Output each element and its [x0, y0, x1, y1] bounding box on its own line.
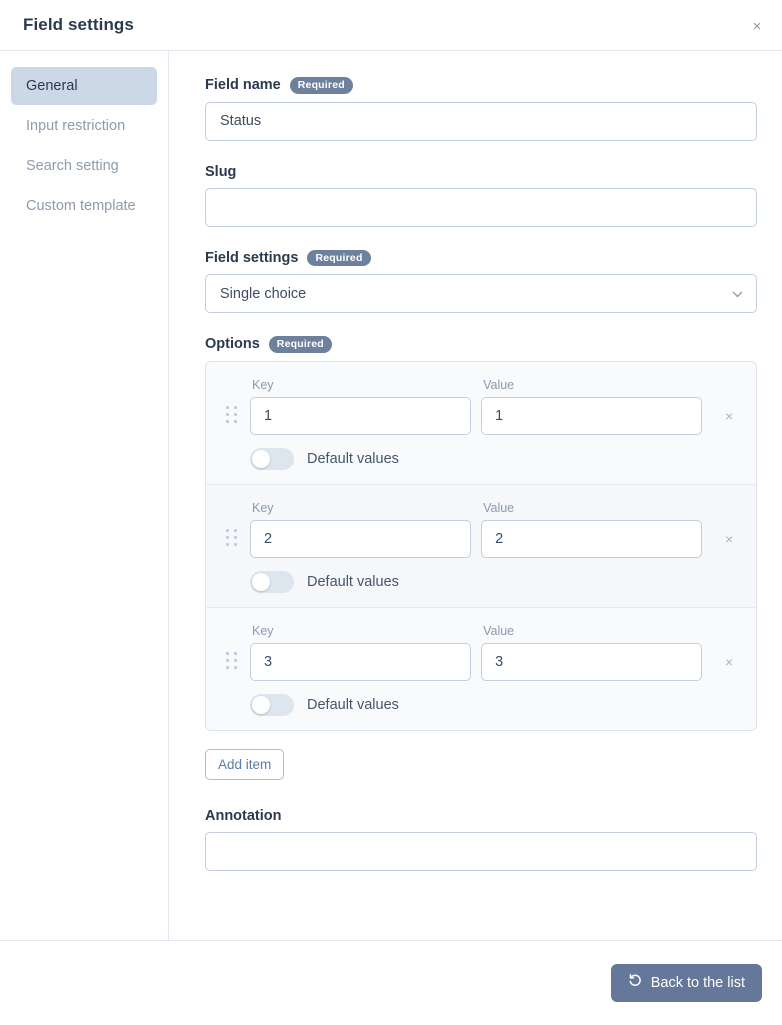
option-key-column: Key 2	[250, 500, 472, 558]
page-title: Field settings	[23, 15, 134, 34]
option-value-column: Value 3	[481, 623, 703, 681]
sidebar: General Input restriction Search setting…	[0, 51, 169, 940]
option-row: Key 2 Value 2 × Default values	[206, 484, 756, 608]
drag-handle-icon[interactable]	[224, 528, 240, 548]
settings-form: Field name Required Status Slug Field se…	[169, 51, 782, 940]
option-key-input[interactable]: 1	[250, 396, 472, 435]
back-to-list-button[interactable]: Back to the list	[610, 963, 762, 1002]
sidebar-item-general[interactable]: General	[11, 67, 157, 105]
option-key-input[interactable]: 2	[250, 519, 472, 558]
field-settings-modal: Field settings × General Input restricti…	[0, 0, 782, 1025]
close-icon[interactable]: ×	[744, 13, 770, 39]
option-row-main: Key 1 Value 1 ×	[206, 378, 756, 435]
field-name-label: Field name	[205, 77, 281, 94]
annotation-input[interactable]	[205, 831, 757, 871]
option-key-input[interactable]: 3	[250, 642, 472, 681]
option-key-column: Key 3	[250, 623, 472, 681]
option-value-label: Value	[483, 377, 515, 392]
chevron-down-icon	[731, 287, 744, 300]
option-value-label: Value	[483, 623, 515, 638]
option-row-main: Key 3 Value 3 ×	[206, 624, 756, 681]
add-item-button[interactable]: Add item	[205, 748, 285, 780]
default-values-toggle[interactable]	[250, 693, 294, 716]
option-key-column: Key 1	[250, 377, 472, 435]
option-row-main: Key 2 Value 2 ×	[206, 501, 756, 558]
options-block: Options Required Key 1 Value 1 × Default…	[205, 336, 757, 808]
option-value-input[interactable]: 3	[481, 642, 703, 681]
field-name-input[interactable]: Status	[205, 101, 757, 141]
default-values-label: Default values	[307, 696, 399, 713]
sidebar-item-label: Search setting	[26, 158, 119, 174]
default-values-toggle[interactable]	[250, 570, 294, 593]
option-value-label: Value	[483, 500, 515, 515]
slug-input[interactable]	[205, 187, 757, 227]
slug-label: Slug	[205, 163, 237, 180]
field-type-selected-value: Single choice	[220, 285, 307, 302]
options-label-row: Options Required	[205, 336, 757, 353]
drag-handle-icon[interactable]	[224, 651, 240, 671]
field-settings-block: Field settings Required Single choice	[205, 249, 757, 313]
remove-option-icon[interactable]: ×	[716, 403, 742, 429]
option-row: Key 3 Value 3 × Default values	[206, 608, 756, 730]
annotation-label-row: Annotation	[205, 808, 757, 824]
remove-option-icon[interactable]: ×	[716, 649, 742, 675]
drag-handle-icon[interactable]	[224, 405, 240, 425]
sidebar-item-search-setting[interactable]: Search setting	[11, 147, 157, 185]
sidebar-item-custom-template[interactable]: Custom template	[11, 187, 157, 225]
field-settings-label: Field settings	[205, 249, 299, 266]
field-settings-label-row: Field settings Required	[205, 249, 757, 266]
option-default-row: Default values	[206, 447, 756, 470]
modal-header: Field settings ×	[0, 0, 782, 51]
slug-block: Slug	[205, 164, 757, 227]
modal-footer: Back to the list	[0, 941, 782, 1024]
required-badge: Required	[268, 336, 332, 353]
sidebar-item-input-restriction[interactable]: Input restriction	[11, 107, 157, 145]
option-value-input[interactable]: 1	[481, 396, 703, 435]
annotation-label: Annotation	[205, 807, 282, 824]
options-label: Options	[205, 336, 260, 353]
sidebar-item-label: General	[26, 78, 78, 94]
modal-body: General Input restriction Search setting…	[0, 51, 782, 941]
option-value-input[interactable]: 2	[481, 519, 703, 558]
option-default-row: Default values	[206, 570, 756, 593]
default-values-label: Default values	[307, 450, 399, 467]
required-badge: Required	[307, 249, 371, 266]
option-row: Key 1 Value 1 × Default values	[206, 362, 756, 485]
field-name-label-row: Field name Required	[205, 77, 757, 94]
remove-option-icon[interactable]: ×	[716, 526, 742, 552]
field-name-block: Field name Required Status	[205, 77, 757, 141]
option-key-label: Key	[252, 377, 274, 392]
default-values-label: Default values	[307, 573, 399, 590]
annotation-block: Annotation	[205, 808, 757, 871]
options-panel: Key 1 Value 1 × Default values Key 2 Val…	[205, 360, 757, 731]
slug-label-row: Slug	[205, 164, 757, 180]
option-default-row: Default values	[206, 693, 756, 716]
option-key-label: Key	[252, 623, 274, 638]
sidebar-item-label: Custom template	[26, 198, 136, 214]
sidebar-item-label: Input restriction	[26, 118, 126, 134]
option-key-label: Key	[252, 500, 274, 515]
required-badge: Required	[289, 77, 353, 94]
undo-arrow-icon	[628, 973, 643, 992]
default-values-toggle[interactable]	[250, 447, 294, 470]
back-to-list-label: Back to the list	[650, 974, 745, 991]
option-value-column: Value 1	[481, 377, 703, 435]
option-value-column: Value 2	[481, 500, 703, 558]
field-type-select[interactable]: Single choice	[205, 274, 757, 313]
